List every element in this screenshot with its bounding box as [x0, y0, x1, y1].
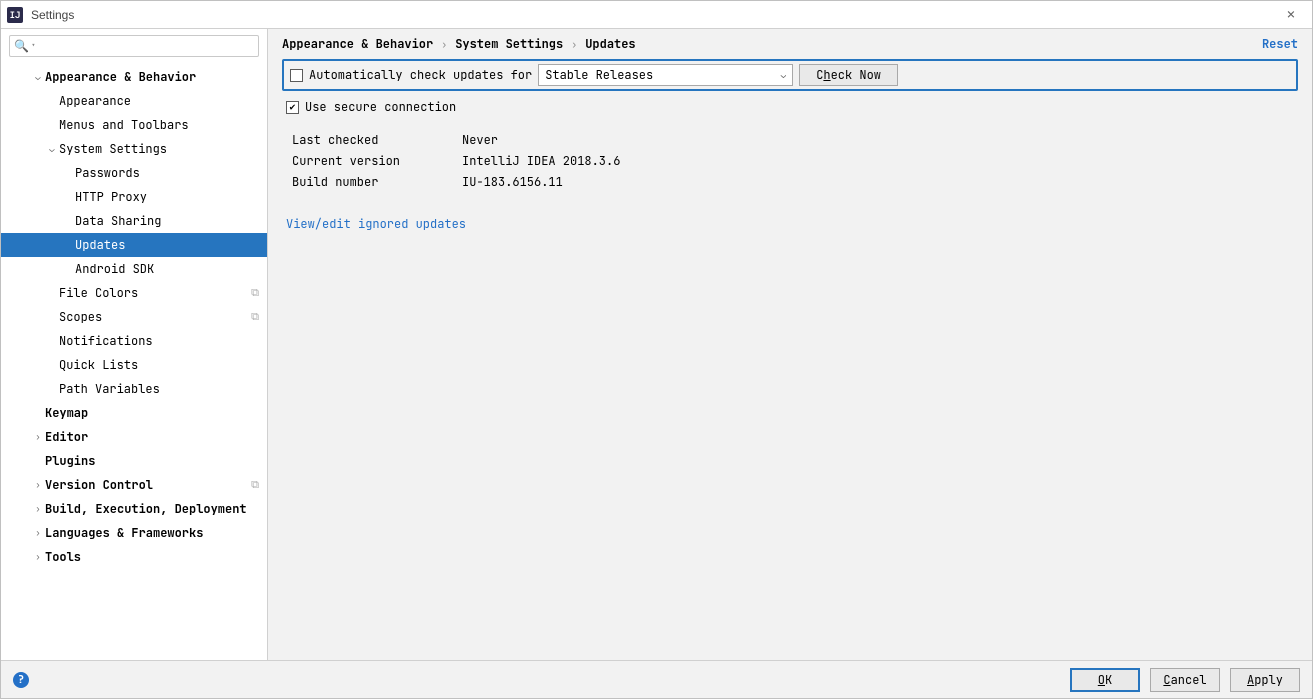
sidebar-item-label: Version Control [45, 477, 153, 493]
breadcrumb: Appearance & Behavior › System Settings … [268, 29, 1312, 59]
close-button[interactable]: ✕ [1276, 8, 1306, 22]
sidebar-item-menus-toolbars[interactable]: Menus and Toolbars [1, 113, 267, 137]
project-level-icon: ⧉ [251, 478, 259, 492]
info-row: Build numberIU-183.6156.11 [292, 171, 1298, 192]
sidebar-item-passwords[interactable]: Passwords [1, 161, 267, 185]
sidebar-item-label: Path Variables [59, 381, 160, 397]
update-info-block: Last checkedNeverCurrent versionIntelliJ… [282, 129, 1298, 192]
sidebar-item-keymap[interactable]: Keymap [1, 401, 267, 425]
info-value: IU-183.6156.11 [462, 174, 563, 190]
search-icon: 🔍 [14, 38, 29, 54]
sidebar-item-label: Notifications [59, 333, 153, 349]
sidebar-item-notifications[interactable]: Notifications [1, 329, 267, 353]
info-value: Never [462, 132, 498, 148]
chevron-right-icon[interactable]: › [31, 527, 45, 539]
auto-check-label: Automatically check updates for [309, 67, 532, 83]
info-key: Build number [292, 174, 462, 190]
sidebar-item-label: System Settings [59, 141, 167, 157]
sidebar-item-system-settings[interactable]: ⌄System Settings [1, 137, 267, 161]
chevron-down-icon: ⌄ [781, 69, 786, 81]
project-level-icon: ⧉ [251, 286, 259, 300]
sidebar-item-label: Quick Lists [59, 357, 138, 373]
info-key: Current version [292, 153, 462, 169]
sidebar-item-label: Menus and Toolbars [59, 117, 189, 133]
ok-button[interactable]: OK [1070, 668, 1140, 692]
sidebar-item-version-control[interactable]: ›Version Control ⧉ [1, 473, 267, 497]
search-input[interactable] [36, 38, 254, 54]
sidebar-item-label: Languages & Frameworks [45, 525, 203, 541]
sidebar-item-tools[interactable]: ›Tools [1, 545, 267, 569]
sidebar-item-label: Tools [45, 549, 81, 565]
sidebar-item-label: Android SDK [75, 261, 154, 277]
secure-connection-label: Use secure connection [305, 99, 456, 115]
reset-link[interactable]: Reset [1262, 36, 1298, 52]
sidebar-item-label: Plugins [45, 453, 95, 469]
chevron-right-icon[interactable]: › [31, 479, 45, 491]
search-input-wrapper[interactable]: 🔍 ▾ [9, 35, 259, 57]
sidebar-item-label: Appearance [59, 93, 131, 109]
info-row: Last checkedNever [292, 129, 1298, 150]
auto-check-checkbox[interactable] [290, 69, 303, 82]
title-bar: IJ Settings ✕ [1, 1, 1312, 29]
info-key: Last checked [292, 132, 462, 148]
sidebar-item-label: Keymap [45, 405, 88, 421]
chevron-right-icon[interactable]: › [31, 503, 45, 515]
sidebar-item-build-exec[interactable]: ›Build, Execution, Deployment [1, 497, 267, 521]
sidebar-item-label: File Colors [59, 285, 138, 301]
help-button[interactable]: ? [13, 672, 29, 688]
sidebar-item-editor[interactable]: ›Editor [1, 425, 267, 449]
ignored-updates-link[interactable]: View/edit ignored updates [282, 216, 466, 232]
update-channel-combo[interactable]: Stable Releases ⌄ [538, 64, 793, 86]
sidebar-item-updates[interactable]: Updates [1, 233, 267, 257]
cancel-button[interactable]: Cancel [1150, 668, 1220, 692]
auto-check-row: Automatically check updates for Stable R… [282, 59, 1298, 91]
chevron-right-icon[interactable]: › [31, 431, 45, 443]
sidebar-item-appearance-behavior[interactable]: ⌄Appearance & Behavior [1, 65, 267, 89]
sidebar-item-appearance[interactable]: Appearance [1, 89, 267, 113]
sidebar-item-lang-frameworks[interactable]: ›Languages & Frameworks [1, 521, 267, 545]
sidebar-item-label: Passwords [75, 165, 140, 181]
sidebar-item-label: Build, Execution, Deployment [45, 501, 247, 517]
sidebar-item-label: Appearance & Behavior [45, 69, 196, 85]
sidebar-item-label: Editor [45, 429, 88, 445]
chevron-down-icon[interactable]: ⌄ [45, 143, 59, 155]
update-channel-value: Stable Releases [545, 67, 781, 83]
breadcrumb-3: Updates [585, 36, 635, 52]
sidebar-item-label: Updates [75, 237, 125, 253]
sidebar-item-http-proxy[interactable]: HTTP Proxy [1, 185, 267, 209]
app-icon: IJ [7, 7, 23, 23]
check-now-button[interactable]: Check Now [799, 64, 898, 86]
sidebar-item-quick-lists[interactable]: Quick Lists [1, 353, 267, 377]
breadcrumb-2[interactable]: System Settings [455, 36, 563, 52]
breadcrumb-1[interactable]: Appearance & Behavior [282, 36, 433, 52]
sidebar: 🔍 ▾ ⌄Appearance & BehaviorAppearanceMenu… [1, 29, 268, 660]
sidebar-item-android-sdk[interactable]: Android SDK [1, 257, 267, 281]
sidebar-item-scopes[interactable]: Scopes ⧉ [1, 305, 267, 329]
sidebar-item-plugins[interactable]: Plugins [1, 449, 267, 473]
project-level-icon: ⧉ [251, 310, 259, 324]
secure-connection-row: Use secure connection [282, 97, 1298, 117]
info-value: IntelliJ IDEA 2018.3.6 [462, 153, 620, 169]
apply-button[interactable]: Apply [1230, 668, 1300, 692]
window-title: Settings [31, 8, 74, 22]
sidebar-item-label: HTTP Proxy [75, 189, 147, 205]
chevron-right-icon: › [441, 38, 447, 51]
chevron-right-icon: › [571, 38, 577, 51]
dialog-footer: ? OK Cancel Apply [1, 660, 1312, 698]
content-pane: Appearance & Behavior › System Settings … [268, 29, 1312, 660]
settings-tree[interactable]: ⌄Appearance & BehaviorAppearanceMenus an… [1, 63, 267, 660]
sidebar-item-path-variables[interactable]: Path Variables [1, 377, 267, 401]
sidebar-item-label: Scopes [59, 309, 102, 325]
info-row: Current versionIntelliJ IDEA 2018.3.6 [292, 150, 1298, 171]
chevron-right-icon[interactable]: › [31, 551, 45, 563]
secure-connection-checkbox[interactable] [286, 101, 299, 114]
chevron-down-icon[interactable]: ⌄ [31, 71, 45, 83]
sidebar-item-label: Data Sharing [75, 213, 161, 229]
sidebar-item-data-sharing[interactable]: Data Sharing [1, 209, 267, 233]
sidebar-item-file-colors[interactable]: File Colors ⧉ [1, 281, 267, 305]
